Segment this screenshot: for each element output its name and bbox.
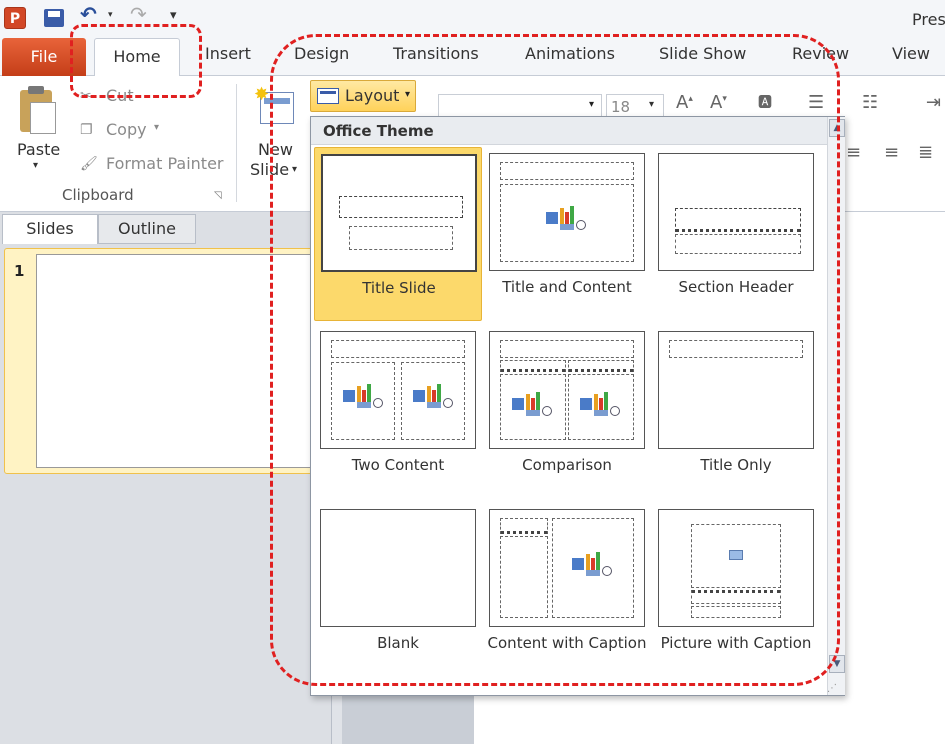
paste-button[interactable]: Paste (17, 140, 60, 159)
justify-icon[interactable]: ≣ (918, 142, 933, 163)
undo-icon[interactable]: ↶ (80, 2, 97, 26)
indent-icon[interactable]: ⇥ (926, 92, 941, 113)
clipboard-group-label: Clipboard (62, 186, 134, 204)
group-separator (236, 84, 237, 202)
numbering-icon[interactable]: ☷ (862, 92, 878, 113)
tab-insert[interactable]: Insert (205, 44, 251, 63)
paste-icon[interactable] (16, 84, 58, 136)
align-right-icon[interactable]: ≡ (884, 142, 899, 163)
format-painter-icon[interactable]: 🖌 (80, 156, 98, 172)
tab-view[interactable]: View (892, 44, 930, 63)
undo-dropdown-icon[interactable]: ▾ (108, 10, 113, 20)
customize-toolbar-icon[interactable]: ▾ (170, 8, 177, 23)
save-icon[interactable] (44, 9, 64, 27)
copy-button[interactable]: Copy (106, 120, 147, 139)
copy-dropdown-icon[interactable]: ▾ (154, 122, 159, 133)
tab-slides[interactable]: Slides (2, 214, 98, 244)
tab-outline[interactable]: Outline (98, 214, 196, 244)
layout-gallery-highlight (270, 34, 840, 686)
paste-dropdown-icon[interactable]: ▾ (33, 160, 38, 171)
powerpoint-icon[interactable]: P (4, 7, 26, 29)
slide-number: 1 (14, 262, 25, 280)
copy-icon[interactable]: ❐ (80, 122, 98, 138)
redo-icon[interactable]: ↷ (130, 2, 147, 26)
window-title: Pres (912, 10, 945, 29)
dialog-launcher-icon[interactable]: ◹ (214, 190, 222, 201)
resize-grip-icon[interactable]: ⋰ (827, 683, 837, 694)
format-painter-button[interactable]: Format Painter (106, 154, 223, 173)
align-center-icon[interactable]: ≡ (846, 142, 861, 163)
home-tab-highlight (70, 24, 202, 98)
